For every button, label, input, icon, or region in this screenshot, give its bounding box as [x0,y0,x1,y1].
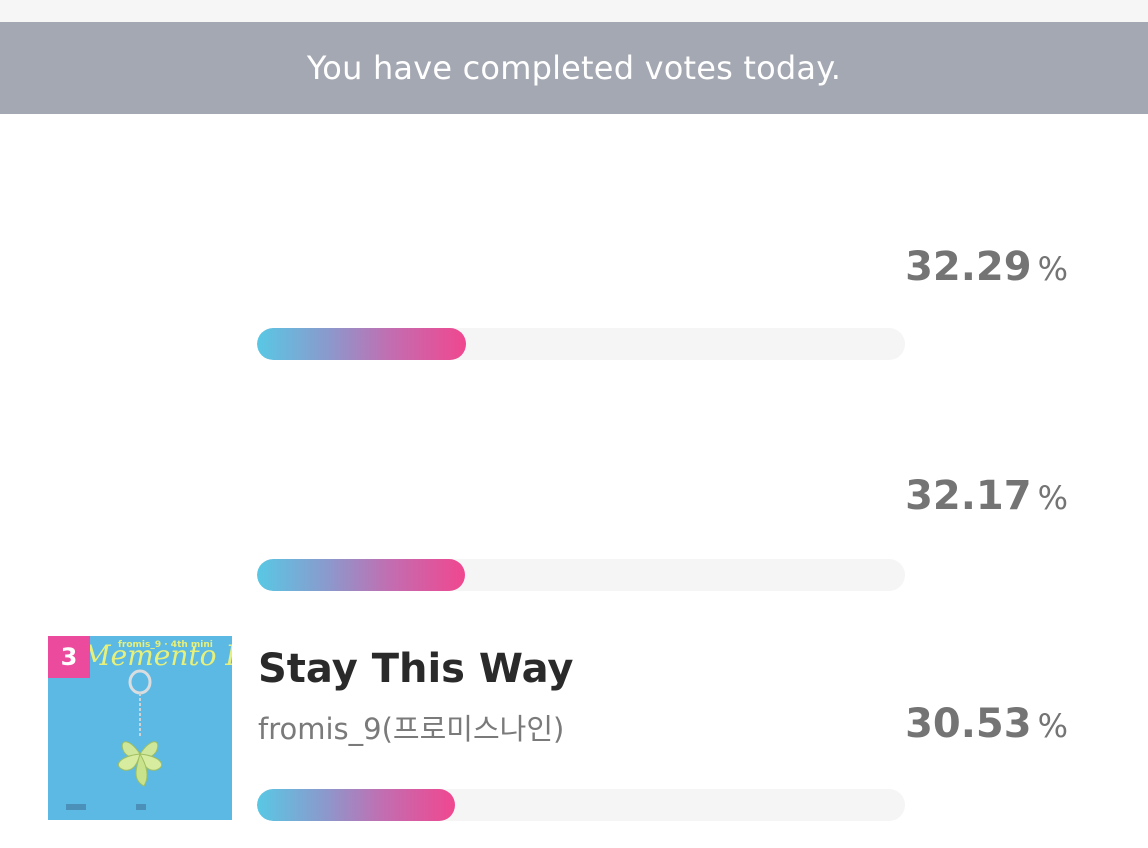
rank-badge: 3 [48,636,90,678]
vote-percent: 32.29% [905,244,1068,290]
song-title: Stay This Way [258,646,574,692]
vote-percent: 32.17% [905,473,1068,519]
artist-name: fromis_9(프로미스나인) [258,712,565,746]
vote-progress-bar [257,789,905,821]
vote-progress-fill [257,328,467,360]
vote-progress-fill [257,559,466,591]
vote-progress-fill [257,789,455,821]
vote-complete-banner: You have completed votes today. [0,22,1148,114]
vote-percent: 30.53% [905,701,1068,747]
top-strip [0,0,1148,22]
vote-results-page: You have completed votes today. 32.29% 3… [0,0,1148,848]
vote-progress-bar [257,559,905,591]
album-cover[interactable]: 3 fromis_9 ∙ 4th mini Memento Box [48,636,232,820]
vote-progress-bar [257,328,905,360]
banner-text: You have completed votes today. [306,49,842,87]
